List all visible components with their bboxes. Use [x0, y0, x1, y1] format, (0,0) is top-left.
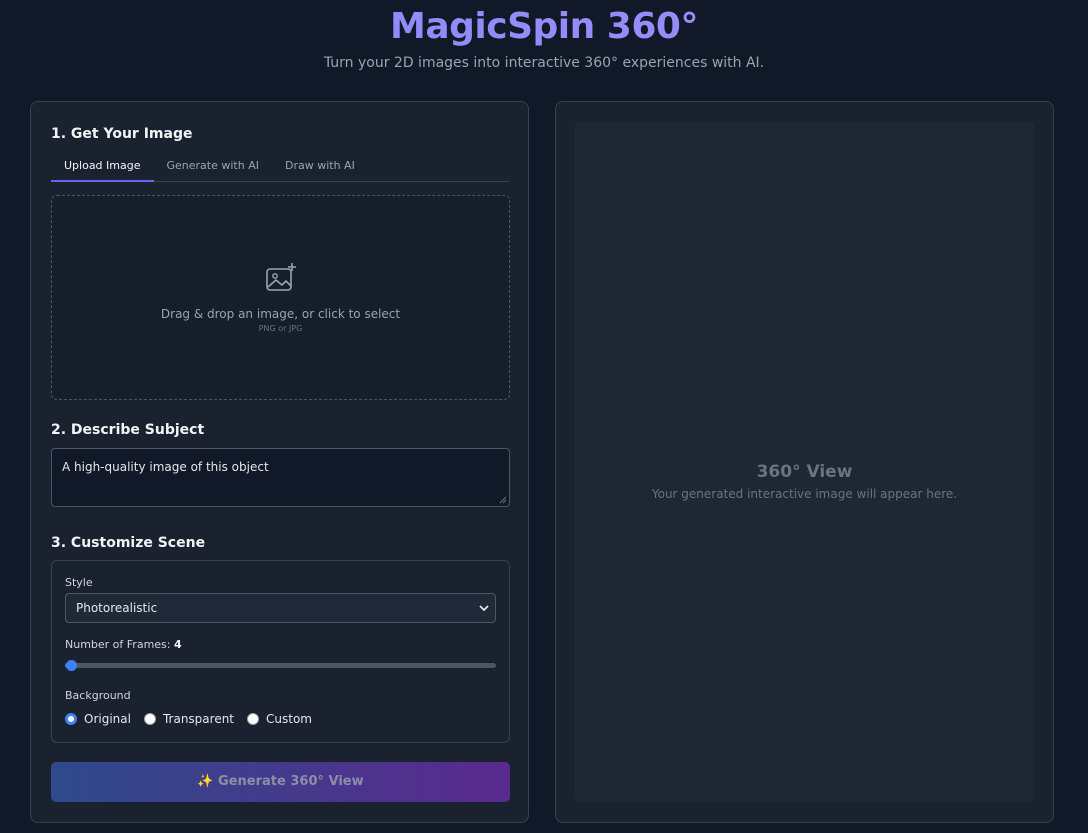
style-select[interactable]: Photorealistic: [65, 593, 496, 623]
dropzone-text: Drag & drop an image, or click to select: [160, 307, 401, 321]
radio-transparent-label: Transparent: [162, 712, 235, 726]
frames-label-row: Number of Frames: 4: [65, 638, 182, 651]
frames-label: Number of Frames:: [65, 638, 171, 651]
radio-original[interactable]: [65, 713, 77, 725]
radio-custom[interactable]: [247, 713, 260, 725]
radio-custom-label: Custom: [266, 712, 312, 726]
viewer-title: 360° View: [756, 462, 853, 482]
background-option-transparent[interactable]: Transparent: [143, 712, 235, 726]
tab-upload-image[interactable]: Upload Image: [51, 154, 154, 182]
frames-slider[interactable]: [65, 660, 496, 671]
preview-panel: 360° View Your generated interactive ima…: [555, 101, 1054, 823]
tab-draw-with-ai[interactable]: Draw with AI: [272, 154, 368, 182]
step3-title: 3. Customize Scene: [51, 535, 206, 551]
frames-slider-thumb[interactable]: [66, 660, 77, 671]
background-label: Background: [65, 689, 131, 702]
generate-button[interactable]: ✨ Generate 360° View: [51, 762, 510, 802]
app-subtitle: Turn your 2D images into interactive 360…: [323, 55, 765, 71]
background-option-custom[interactable]: Custom: [247, 712, 312, 726]
radio-transparent[interactable]: [143, 713, 156, 725]
step1-title: 1. Get Your Image: [51, 126, 193, 142]
tab-generate-with-ai[interactable]: Generate with AI: [154, 154, 272, 182]
background-option-original[interactable]: Original: [65, 712, 131, 726]
viewer-placeholder: 360° View Your generated interactive ima…: [575, 122, 1034, 802]
viewer-subtitle: Your generated interactive image will ap…: [651, 487, 958, 501]
dropzone-hint: PNG or JPG: [258, 324, 303, 333]
style-label: Style: [65, 576, 93, 589]
background-radio-group: Original Transparent Custom: [65, 712, 325, 726]
input-panel: 1. Get Your Image Upload Image Generate …: [30, 101, 529, 823]
customize-scene-box: Style Photorealistic Number of Frames: 4…: [51, 560, 510, 743]
image-dropzone[interactable]: Drag & drop an image, or click to select…: [51, 195, 510, 400]
radio-original-label: Original: [84, 712, 131, 726]
image-plus-icon: [266, 263, 296, 291]
resize-grip-icon[interactable]: [499, 496, 507, 504]
image-source-tabs: Upload Image Generate with AI Draw with …: [51, 154, 509, 182]
subject-description-input[interactable]: A high-quality image of this object: [51, 448, 510, 507]
step2-title: 2. Describe Subject: [51, 422, 205, 438]
app-title: MagicSpin 360°: [0, 6, 1088, 47]
subject-description-value: A high-quality image of this object: [62, 460, 269, 474]
frames-value: 4: [174, 638, 182, 651]
chevron-down-icon: [479, 605, 489, 612]
style-select-value: Photorealistic: [76, 601, 158, 615]
